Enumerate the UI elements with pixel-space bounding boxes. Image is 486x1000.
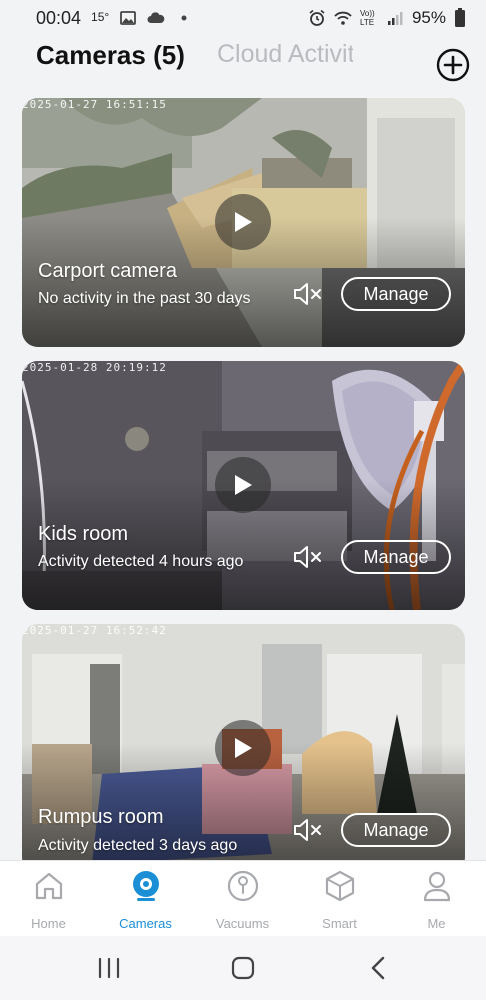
wifi-icon: [334, 11, 352, 25]
camera-timestamp: 2025-01-28 20:19:12: [22, 361, 167, 374]
camera-card-kids-room[interactable]: 2025-01-28 20:19:12 Kids room Activity d…: [22, 361, 465, 610]
home-icon: [35, 872, 62, 900]
manage-button[interactable]: Manage: [341, 277, 451, 311]
vacuum-icon: [227, 870, 258, 902]
play-icon: [235, 475, 252, 495]
cube-icon: [325, 870, 354, 902]
camera-status: Activity detected 3 days ago: [38, 837, 238, 854]
play-button[interactable]: [215, 194, 271, 250]
camera-icon: [132, 871, 159, 901]
gallery-icon: [120, 11, 137, 25]
camera-card-carport[interactable]: 2025-01-27 16:51:15 Carport camera No ac…: [22, 98, 465, 347]
add-device-button[interactable]: [436, 48, 470, 82]
nav-cameras[interactable]: Cameras: [97, 861, 194, 937]
status-bar: 00:04 15° Vo)) LTE 95%: [0, 0, 486, 36]
play-button[interactable]: [215, 457, 271, 513]
back-icon[interactable]: [364, 954, 394, 982]
mute-icon[interactable]: [292, 543, 324, 571]
play-icon: [235, 738, 252, 758]
tab-cloud-activity[interactable]: Cloud Activit: [217, 40, 353, 69]
status-time: 00:04: [36, 7, 82, 28]
mute-icon[interactable]: [292, 280, 324, 308]
camera-name: Carport camera: [38, 260, 177, 282]
manage-button[interactable]: Manage: [341, 540, 451, 574]
status-temperature: 15°: [91, 10, 110, 24]
person-icon: [423, 871, 450, 902]
camera-status: Activity detected 4 hours ago: [38, 553, 244, 570]
header: Cameras (5) Cloud Activit: [0, 36, 486, 88]
manage-button[interactable]: Manage: [341, 813, 451, 847]
nav-smart[interactable]: Smart: [291, 861, 388, 937]
nav-label: Me: [427, 916, 446, 931]
camera-name: Kids room: [38, 523, 129, 545]
play-button[interactable]: [215, 720, 271, 776]
battery-icon: [455, 8, 465, 27]
nav-label: Smart: [322, 916, 357, 931]
nav-vacuums[interactable]: Vacuums: [194, 861, 291, 937]
nav-label: Cameras: [119, 916, 172, 931]
battery-percent: 95%: [411, 8, 446, 27]
alarm-icon: [309, 9, 325, 26]
home-button-icon[interactable]: [228, 954, 258, 982]
recent-apps-icon[interactable]: [94, 954, 124, 982]
nav-label: Vacuums: [215, 916, 270, 931]
camera-status: No activity in the past 30 days: [38, 290, 251, 307]
signal-icon: [387, 12, 403, 25]
nav-me[interactable]: Me: [388, 861, 485, 937]
bottom-nav: Home Cameras Vacuums Smart Me: [0, 860, 486, 936]
camera-name: Rumpus room: [38, 806, 164, 828]
system-nav-bar: [0, 936, 486, 1000]
notification-dot-icon: [181, 15, 187, 21]
play-icon: [235, 212, 252, 232]
camera-timestamp: 2025-01-27 16:51:15: [22, 98, 167, 111]
volte-indicator: Vo)) LTE: [359, 9, 375, 27]
camera-card-rumpus-room[interactable]: 2025-01-27 16:52:42 Rumpus room Activity…: [22, 624, 465, 873]
nav-home[interactable]: Home: [0, 861, 97, 937]
cloud-icon: [147, 12, 165, 23]
tab-cameras[interactable]: Cameras (5): [36, 40, 185, 71]
camera-timestamp: 2025-01-27 16:52:42: [22, 624, 167, 637]
nav-label: Home: [31, 916, 66, 931]
mute-icon[interactable]: [292, 816, 324, 844]
